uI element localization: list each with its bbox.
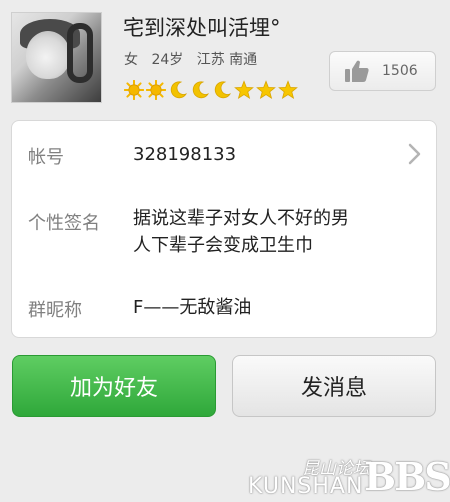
star-badge-icon — [256, 80, 276, 100]
send-message-button[interactable]: 发消息 — [232, 355, 436, 417]
moon-badge-icon — [170, 81, 187, 99]
star-badge-icon — [278, 80, 298, 100]
like-button[interactable]: 1506 — [329, 51, 436, 91]
moon-badge-icon — [214, 81, 231, 99]
like-count: 1506 — [382, 63, 418, 79]
account-value: 328198133 — [133, 144, 237, 165]
profile-name: 宅到深处叫活埋° — [123, 16, 281, 40]
sun-badge-icon — [124, 80, 144, 100]
profile-details-card: 帐号 328198133 个性签名 据说这辈子对女人不好的男 人下辈子会变成卫生… — [11, 120, 437, 338]
avatar-face — [26, 31, 70, 79]
signature-line-1: 据说这辈子对女人不好的男 — [133, 208, 349, 229]
profile-avatar[interactable] — [11, 12, 102, 103]
sun-badge-icon — [146, 80, 166, 100]
signature-line-2: 人下辈子会变成卫生巾 — [133, 235, 313, 256]
add-friend-button[interactable]: 加为好友 — [12, 355, 216, 417]
group-nick-label: 群昵称 — [28, 300, 82, 321]
profile-gender: 女 — [124, 52, 138, 68]
group-nick-value: F——无敌酱油 — [133, 297, 252, 318]
thumbs-up-icon — [345, 60, 369, 82]
moon-badge-icon — [192, 81, 209, 99]
avatar-headphone — [67, 23, 93, 83]
watermark-bbs: BBS — [364, 454, 450, 499]
chevron-right-icon — [408, 143, 421, 165]
star-badge-icon — [234, 80, 254, 100]
profile-age: 24岁 — [151, 52, 184, 68]
account-label: 帐号 — [28, 147, 64, 168]
level-badges — [124, 80, 298, 100]
watermark-english: KUNSHAN — [248, 474, 364, 499]
profile-meta: 女 24岁 江苏 南通 — [124, 49, 266, 69]
profile-location: 江苏 南通 — [196, 52, 258, 68]
signature-label: 个性签名 — [28, 213, 100, 234]
